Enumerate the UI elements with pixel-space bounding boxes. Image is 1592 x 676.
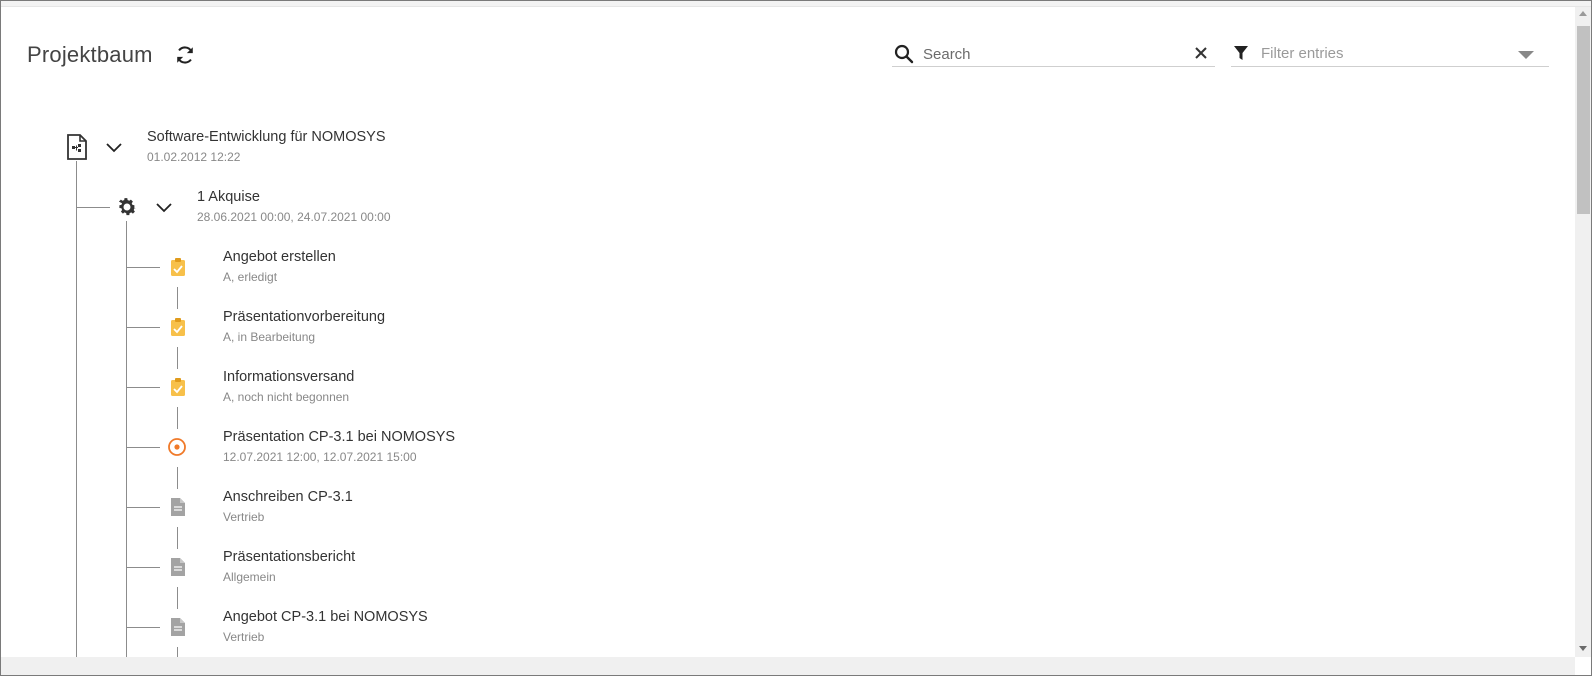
vertical-scrollbar[interactable]: [1575, 7, 1591, 657]
tree-node-label[interactable]: Angebot CP-3.1 bei NOMOSYS: [223, 609, 428, 625]
tree-line: [177, 347, 178, 369]
tree-line: [126, 221, 127, 661]
tree-node-label[interactable]: Präsentation CP-3.1 bei NOMOSYS: [223, 429, 455, 445]
tree-line: [126, 627, 160, 628]
tree-line: [126, 387, 160, 388]
chevron-down-icon[interactable]: [106, 143, 122, 153]
tree-line: [126, 327, 160, 328]
tree-line: [76, 207, 110, 208]
document-icon[interactable]: [170, 617, 186, 637]
filter-placeholder: Filter entries: [1261, 45, 1344, 62]
tree-node-label[interactable]: 1 Akquise: [197, 189, 260, 205]
filter-dropdown[interactable]: Filter entries: [1231, 41, 1549, 67]
tree-node-label[interactable]: Angebot erstellen: [223, 249, 336, 265]
clipboard-check-icon[interactable]: [170, 257, 186, 277]
close-icon[interactable]: [1192, 44, 1210, 62]
tree-node-sub: Vertrieb: [223, 630, 265, 644]
scroll-up-icon[interactable]: [1579, 11, 1587, 16]
tree-node-sub: A, in Bearbeitung: [223, 330, 316, 344]
tree-node-sub: A, noch nicht begonnen: [223, 390, 350, 404]
tree-line: [126, 507, 160, 508]
search-field: [892, 41, 1215, 67]
project-icon[interactable]: [66, 134, 88, 160]
tree-node-sub: Allgemein: [223, 570, 276, 584]
tree-node-sub: Vertrieb: [223, 510, 265, 524]
tree-line: [126, 567, 160, 568]
gear-icon[interactable]: [115, 195, 139, 219]
clipboard-check-icon[interactable]: [170, 377, 186, 397]
chevron-down-icon[interactable]: [1518, 51, 1534, 59]
tree-node-label[interactable]: Präsentationsbericht: [223, 549, 355, 565]
refresh-icon[interactable]: [174, 44, 196, 66]
tree-line: [177, 527, 178, 549]
tree-node-sub: 28.06.2021 00:00, 24.07.2021 00:00: [197, 210, 391, 224]
scroll-thumb[interactable]: [1577, 26, 1590, 214]
filter-icon: [1234, 46, 1248, 60]
tree-line: [177, 587, 178, 609]
tree-node-label[interactable]: Software-Entwicklung für NOMOSYS: [147, 129, 386, 145]
document-icon[interactable]: [170, 557, 186, 577]
bottom-strip: [1, 657, 1575, 675]
page-title: Projektbaum: [27, 42, 153, 67]
chevron-down-icon[interactable]: [156, 203, 172, 213]
scroll-down-icon[interactable]: [1579, 646, 1587, 651]
search-input[interactable]: [923, 43, 1183, 65]
clipboard-check-icon[interactable]: [170, 317, 186, 337]
tree-line: [76, 161, 77, 661]
tree-line: [177, 287, 178, 309]
tree-line: [126, 267, 160, 268]
app-window: Projektbaum Filter entries: [0, 0, 1592, 676]
tree-node-sub: 12.07.2021 12:00, 12.07.2021 15:00: [223, 450, 417, 464]
tree-node-label[interactable]: Anschreiben CP-3.1: [223, 489, 353, 505]
top-strip: [1, 1, 1591, 7]
tree-node-label[interactable]: Informationsversand: [223, 369, 354, 385]
tree-node-sub: 01.02.2012 12:22: [147, 150, 241, 164]
tree-node-label[interactable]: Präsentationvorbereitung: [223, 309, 385, 325]
tree-line: [177, 407, 178, 429]
tree-node-sub: A, erledigt: [223, 270, 278, 284]
tree-line: [126, 447, 160, 448]
search-icon: [894, 44, 914, 64]
document-icon[interactable]: [170, 497, 186, 517]
tree-line: [177, 467, 178, 489]
event-target-icon[interactable]: [167, 437, 187, 457]
